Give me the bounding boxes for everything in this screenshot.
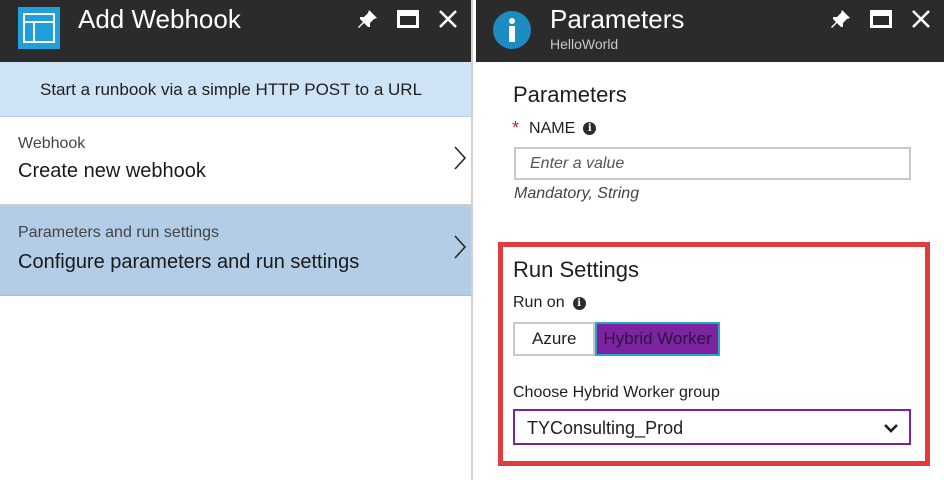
nav-item-parameters[interactable]: Parameters and run settings Configure pa… <box>0 206 471 296</box>
name-label-text: NAME <box>529 119 576 137</box>
add-webhook-blade: Add Webhook Start a runbook via a simple… <box>0 0 473 480</box>
run-on-azure-option[interactable]: Azure <box>513 322 596 356</box>
pin-icon[interactable] <box>830 8 852 30</box>
info-circle-icon[interactable]: i <box>583 122 597 135</box>
close-icon[interactable] <box>437 8 459 30</box>
blade-subtitle: HelloWorld <box>550 36 619 52</box>
run-on-label: Run on i <box>513 294 586 312</box>
blade-title: Parameters <box>550 4 685 34</box>
blade-actions <box>357 8 459 30</box>
maximize-icon[interactable] <box>397 8 419 30</box>
nav-item-sublabel: Parameters and run settings <box>18 224 219 241</box>
nav-item-label: Create new webhook <box>18 160 206 182</box>
name-field-label: * NAME i <box>512 118 597 139</box>
info-banner: Start a runbook via a simple HTTP POST t… <box>0 62 471 117</box>
info-circle-icon[interactable]: i <box>572 296 586 310</box>
run-settings-heading: Run Settings <box>513 257 639 282</box>
blade-title: Add Webhook <box>78 4 241 34</box>
nav-item-sublabel: Webhook <box>18 135 86 152</box>
info-banner-text: Start a runbook via a simple HTTP POST t… <box>40 80 423 99</box>
run-on-label-text: Run on <box>513 294 565 311</box>
nav-item-label: Configure parameters and run settings <box>18 251 360 273</box>
parameters-heading: Parameters <box>513 82 627 107</box>
blade-actions <box>830 8 932 30</box>
chevron-right-icon <box>449 232 471 272</box>
blade-header: Parameters HelloWorld <box>476 0 944 62</box>
pin-icon[interactable] <box>357 8 379 30</box>
parameters-blade: Parameters HelloWorld Parameters * NAME … <box>476 0 944 480</box>
selected-value: TYConsulting_Prod <box>527 418 684 438</box>
name-field-hint: Mandatory, String <box>514 185 640 202</box>
hybrid-worker-group-label: Choose Hybrid Worker group <box>513 384 720 401</box>
hybrid-worker-group-select[interactable]: TYConsulting_Prod <box>513 409 911 445</box>
blade-header: Add Webhook <box>0 0 471 62</box>
name-input[interactable] <box>514 147 911 180</box>
required-marker: * <box>512 118 520 138</box>
run-on-hybrid-worker-option[interactable]: Hybrid Worker <box>595 322 720 356</box>
maximize-icon[interactable] <box>870 8 892 30</box>
nav-item-webhook[interactable]: Webhook Create new webhook <box>0 117 471 206</box>
close-icon[interactable] <box>910 8 932 30</box>
chevron-down-icon <box>883 420 899 436</box>
blade-layout-icon <box>17 6 61 50</box>
run-on-toggle: Azure Hybrid Worker <box>513 322 720 356</box>
chevron-right-icon <box>449 143 471 183</box>
info-icon <box>492 10 532 50</box>
